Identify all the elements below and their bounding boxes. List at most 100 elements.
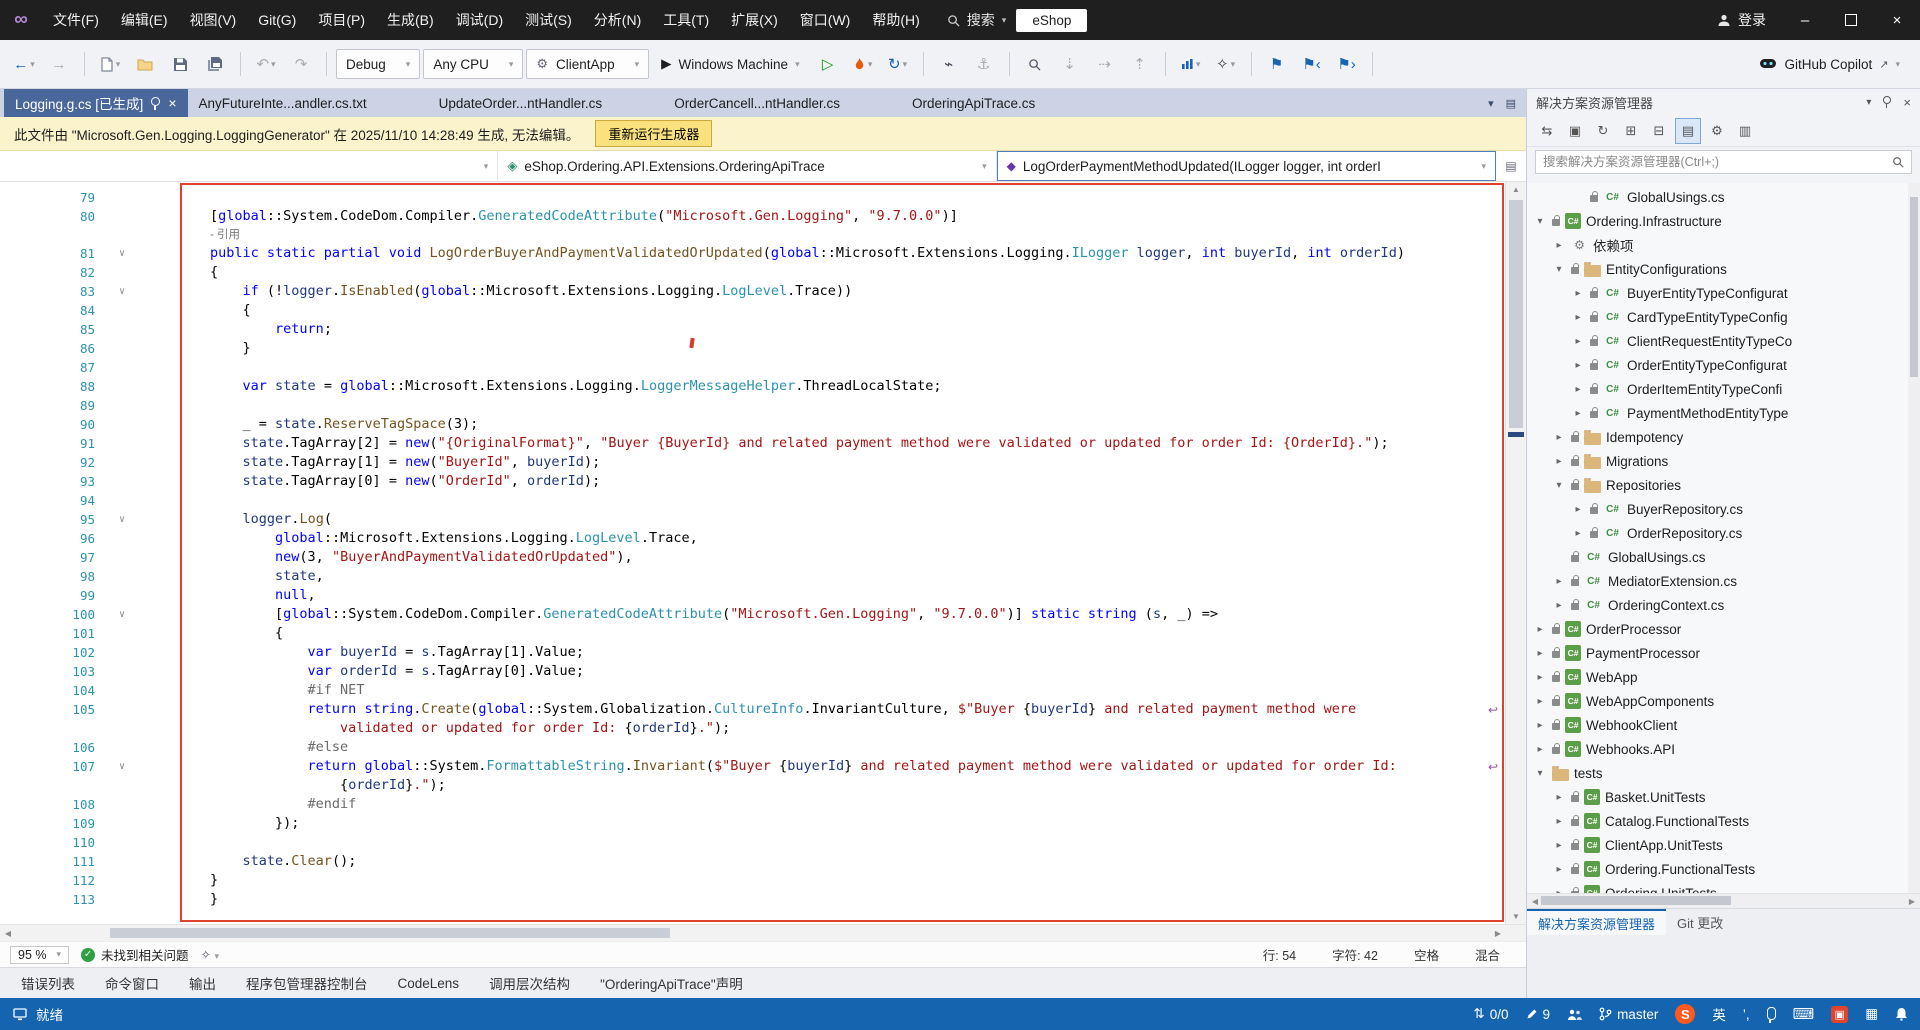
chevron-collapsed-icon[interactable]: ▸ — [1571, 288, 1585, 299]
panel-tab[interactable]: 调用层次结构 — [476, 973, 583, 993]
chevron-expanded-icon[interactable]: ▾ — [1552, 480, 1566, 491]
menu-item[interactable]: 帮助(H) — [861, 0, 930, 40]
save-all-button[interactable] — [199, 49, 231, 79]
solution-badge[interactable]: eShop — [1016, 8, 1088, 32]
tree-item[interactable]: ▸ C# WebhookClient — [1527, 713, 1920, 737]
tree-item[interactable]: ▸ C# ClientApp.UnitTests — [1527, 833, 1920, 857]
tree-item[interactable]: ▾ Repositories — [1527, 473, 1920, 497]
chevron-expanded-icon[interactable]: ▾ — [1552, 264, 1566, 275]
chevron-expanded-icon[interactable]: ▾ — [1533, 768, 1547, 779]
code-editor[interactable]: 79 80 [global::System.CodeDom.Compiler.Gen… — [0, 182, 1526, 924]
tree-item[interactable]: ▸ Idempotency — [1527, 425, 1920, 449]
ime-punctuation-indicator[interactable]: ’, — [1743, 1007, 1750, 1022]
tree-item[interactable]: ▸ C# OrderEntityTypeConfigurat — [1527, 353, 1920, 377]
ime-language-indicator[interactable]: 英 — [1712, 1004, 1726, 1024]
fold-marker-icon[interactable]: ∨ — [95, 510, 149, 529]
panel-tab[interactable]: 命令窗口 — [92, 973, 172, 993]
tree-item[interactable]: ▸ C# WebApp — [1527, 665, 1920, 689]
chevron-collapsed-icon[interactable]: ▸ — [1552, 840, 1566, 851]
maximize-button[interactable] — [1828, 0, 1874, 40]
attach-to-process-button[interactable]: ⌁ — [933, 49, 965, 79]
chevron-collapsed-icon[interactable]: ▸ — [1552, 240, 1566, 251]
column-indicator[interactable]: 字符: 42 — [1332, 945, 1378, 964]
panel-tab[interactable]: 输出 — [176, 973, 229, 993]
search-box[interactable]: 搜索 ▾ — [947, 10, 1006, 30]
start-without-debugging-button[interactable]: ▷ — [812, 49, 844, 79]
active-files-dropdown-icon[interactable]: ▾ — [1488, 97, 1494, 110]
line-endings-indicator[interactable]: 混合 — [1475, 945, 1500, 964]
pending-changes-filter-button[interactable]: ▣ — [1563, 119, 1587, 143]
tree-item[interactable]: ▾ C# Ordering.Infrastructure — [1527, 209, 1920, 233]
document-tab[interactable]: UpdateOrder...ntHandler.cs — [428, 89, 614, 117]
tree-item[interactable]: ▸ C# OrderItemEntityTypeConfi — [1527, 377, 1920, 401]
chevron-collapsed-icon[interactable]: ▸ — [1533, 648, 1547, 659]
previous-bookmark-button[interactable]: ⚑‹ — [1296, 49, 1328, 79]
scrollbar-thumb[interactable] — [110, 928, 670, 938]
github-copilot-button[interactable]: GitHub Copilot ↗ ▾ — [1759, 55, 1912, 73]
chevron-collapsed-icon[interactable]: ▸ — [1552, 792, 1566, 803]
chevron-collapsed-icon[interactable]: ▸ — [1552, 432, 1566, 443]
preview-selected-items-button[interactable]: ▥ — [1733, 119, 1757, 143]
show-all-files-button[interactable]: ▤ — [1675, 117, 1701, 144]
step-into-button[interactable]: ⇣ — [1054, 49, 1086, 79]
menu-item[interactable]: Git(G) — [247, 0, 307, 40]
tree-item[interactable]: ▸ C# Webhooks.API — [1527, 737, 1920, 761]
chevron-collapsed-icon[interactable]: ▸ — [1571, 336, 1585, 347]
pin-icon[interactable] — [151, 96, 161, 110]
refresh-button[interactable]: ↻ — [1591, 119, 1615, 143]
scroll-right-icon[interactable]: ▶ — [1490, 925, 1506, 941]
fold-marker-icon[interactable]: ∨ — [95, 244, 149, 263]
chevron-collapsed-icon[interactable]: ▸ — [1533, 696, 1547, 707]
code-cleanup-broom-button[interactable]: ✧ ▾ — [201, 947, 219, 962]
step-over-button[interactable]: ⇢ — [1089, 49, 1121, 79]
tree-item[interactable]: ▸ C# Ordering.UnitTests — [1527, 881, 1920, 893]
menu-item[interactable]: 分析(N) — [583, 0, 652, 40]
explorer-bottom-tab[interactable]: 解决方案资源管理器 — [1527, 909, 1667, 935]
line-indicator[interactable]: 行: 54 — [1263, 945, 1296, 964]
chevron-down-icon[interactable]: ▾ — [1866, 97, 1871, 108]
menu-item[interactable]: 调试(D) — [445, 0, 514, 40]
restart-application-button[interactable]: ↻ ▾ — [882, 49, 914, 79]
tree-item[interactable]: ▸ C# Ordering.FunctionalTests — [1527, 857, 1920, 881]
tree-item[interactable]: ▸ Migrations — [1527, 449, 1920, 473]
undo-button[interactable]: ↶ ▾ — [250, 49, 282, 79]
chevron-collapsed-icon[interactable]: ▸ — [1552, 600, 1566, 611]
member-dropdown[interactable]: ◆ LogOrderPaymentMethodUpdated(ILogger l… — [996, 151, 1496, 181]
tree-item[interactable]: ▸ C# BuyerRepository.cs — [1527, 497, 1920, 521]
tree-item[interactable]: ▸ C# CardTypeEntityTypeConfig — [1527, 305, 1920, 329]
platform-dropdown[interactable]: Any CPU ▾ — [423, 49, 524, 79]
tree-item[interactable]: ▸ ⚙ 依赖项 — [1527, 233, 1920, 257]
scroll-up-icon[interactable]: ▲ — [1506, 182, 1526, 197]
tree-item[interactable]: C# GlobalUsings.cs — [1527, 185, 1920, 209]
tree-item[interactable]: ▸ C# OrderRepository.cs — [1527, 521, 1920, 545]
switch-views-button[interactable]: ⇆ — [1535, 119, 1559, 143]
code-cleanup-button[interactable]: ✧ ▾ — [1210, 49, 1242, 79]
scroll-left-icon[interactable]: ◀ — [0, 925, 16, 941]
pending-edits-counter[interactable]: 9 — [1526, 1007, 1550, 1022]
menu-item[interactable]: 项目(P) — [307, 0, 376, 40]
menu-item[interactable]: 工具(T) — [652, 0, 720, 40]
open-file-button[interactable] — [129, 49, 161, 79]
pin-icon[interactable] — [1883, 96, 1892, 108]
close-icon[interactable]: × — [1903, 95, 1911, 110]
start-debugging-button[interactable]: ▶ Windows Machine ▾ — [652, 49, 808, 79]
document-health-indicator[interactable]: ✓ 未找到相关问题 — [81, 945, 189, 964]
menu-item[interactable]: 窗口(W) — [789, 0, 862, 40]
panel-tab[interactable]: 程序包管理器控制台 — [233, 973, 381, 993]
editor-horizontal-scrollbar[interactable]: ◀ ▶ — [0, 924, 1526, 941]
tree-item[interactable]: ▸ C# Basket.UnitTests — [1527, 785, 1920, 809]
ime-skin-grid-icon[interactable]: ▦ — [1865, 1006, 1878, 1022]
tree-item[interactable]: ▸ C# MediatorExtension.cs — [1527, 569, 1920, 593]
tree-item[interactable]: C# GlobalUsings.cs — [1527, 545, 1920, 569]
chevron-collapsed-icon[interactable]: ▸ — [1571, 312, 1585, 323]
notifications-bell-icon[interactable] — [1895, 1007, 1908, 1021]
editor-vertical-scrollbar[interactable]: ▲ ▼ — [1505, 182, 1526, 924]
split-window-button[interactable]: ▤ — [1496, 151, 1526, 181]
startup-project-dropdown[interactable]: ⚙ ClientApp ▾ — [526, 49, 650, 79]
fold-marker-icon[interactable]: ∨ — [95, 757, 149, 776]
menu-item[interactable]: 文件(F) — [42, 0, 110, 40]
hot-reload-button[interactable]: ▾ — [847, 49, 879, 79]
save-button[interactable] — [164, 49, 196, 79]
chevron-collapsed-icon[interactable]: ▸ — [1533, 744, 1547, 755]
chevron-collapsed-icon[interactable]: ▸ — [1571, 360, 1585, 371]
